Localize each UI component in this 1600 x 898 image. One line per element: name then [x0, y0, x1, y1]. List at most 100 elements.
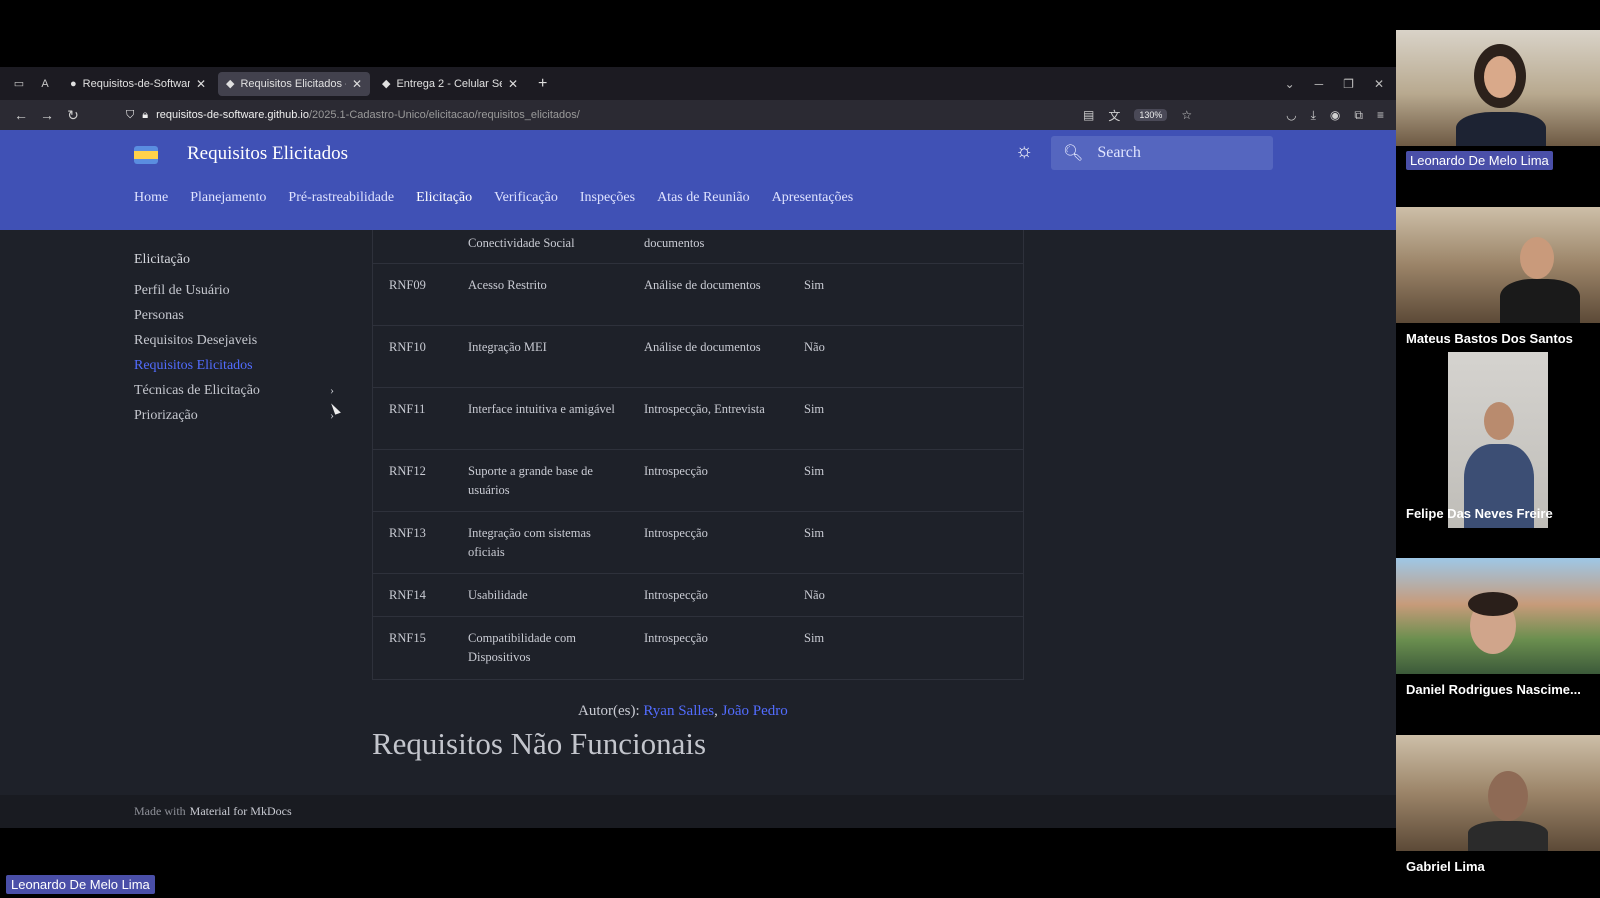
table-cell-id: RNF09: [389, 278, 426, 292]
url-host: requisitos-de-software.github.io: [156, 109, 309, 121]
sidebar-item-label: Perfil de Usuário: [134, 282, 230, 298]
table-cell-id: RNF14: [389, 588, 426, 602]
lock-icon[interactable]: 🔒︎: [142, 109, 148, 122]
table-cell-answer: Sim: [804, 278, 825, 292]
nav-planejamento[interactable]: Planejamento: [190, 190, 266, 206]
table-cell-source: Introspecção: [644, 526, 708, 540]
tab-requisitos-elicitados[interactable]: ◆ Requisitos Elicitados - Ca ✕: [218, 71, 370, 96]
forward-icon[interactable]: →: [34, 107, 60, 123]
nav-atas-de-reuniao[interactable]: Atas de Reunião: [657, 190, 750, 206]
sidebar-item-priorizacao[interactable]: Priorização ›: [134, 403, 334, 428]
reload-icon[interactable]: ↻: [60, 107, 86, 124]
table-cell-name: Suporte a grande base de usuários: [468, 464, 593, 497]
person-body: [1456, 112, 1546, 146]
sidebar-item-tecnicas-de-elicitacao[interactable]: Técnicas de Elicitação ›: [134, 378, 334, 403]
table-row: RNF09 Acesso Restrito Análise de documen…: [373, 264, 1023, 326]
sidebar-heading: Elicitação: [134, 252, 190, 267]
site-nav: Home Planejamento Pré-rastreabilidade El…: [134, 190, 853, 206]
translate-icon[interactable]: 文: [1108, 107, 1120, 124]
theme-toggle-icon[interactable]: ☼: [1015, 140, 1033, 163]
browser-window: ▭ A ● Requisitos-de-Software/2 ✕ ◆ Requi…: [0, 67, 1396, 828]
participant-name: Mateus Bastos Dos Santos: [1406, 331, 1573, 346]
pinned-tab-icon[interactable]: A: [32, 71, 58, 97]
footer-mkdocs-link[interactable]: Material for MkDocs: [190, 804, 292, 819]
restore-icon[interactable]: ❐: [1343, 77, 1354, 91]
table-row: RNF10 Integração MEI Análise de document…: [373, 326, 1023, 388]
participant-name: Felipe Das Neves Freire: [1406, 506, 1553, 521]
table-row: RNF11 Interface intuitiva e amigável Int…: [373, 388, 1023, 450]
new-tab-icon[interactable]: +: [538, 75, 547, 93]
url-path: /2025.1-Cadastro-Unico/elicitacao/requis…: [308, 109, 580, 121]
chevron-right-icon[interactable]: ›: [330, 383, 334, 398]
pocket-icon[interactable]: ◡: [1286, 108, 1296, 122]
tab-list-icon[interactable]: ▭: [6, 71, 32, 97]
zoom-level[interactable]: 130%: [1134, 109, 1168, 121]
close-window-icon[interactable]: ✕: [1374, 77, 1384, 91]
window-controls: ⌄ ─ ❐ ✕: [1285, 77, 1396, 91]
authors-line: Autor(es): Ryan Salles, João Pedro: [578, 703, 788, 720]
table-cell-name: Conectividade Social: [468, 236, 575, 250]
table-cell-answer: Sim: [804, 402, 825, 416]
table-cell-source: Introspecção, Entrevista: [644, 402, 765, 416]
page-content: Elicitação Perfil de Usuário Personas Re…: [0, 230, 1396, 795]
sidebar: Elicitação Perfil de Usuário Personas Re…: [134, 252, 334, 428]
site-logo-icon[interactable]: [134, 146, 158, 164]
author-link-ryan-salles[interactable]: Ryan Salles: [643, 703, 714, 719]
table-cell-source: Análise de documentos: [644, 278, 761, 292]
table-cell-name: Interface intuitiva e amigável: [468, 402, 615, 416]
shield-icon[interactable]: ⛉: [126, 109, 134, 122]
download-icon[interactable]: ⤓: [1311, 108, 1316, 123]
back-icon[interactable]: ←: [8, 107, 34, 123]
nav-elicitacao[interactable]: Elicitação: [416, 190, 472, 206]
tab-label: Entrega 2 - Celular Segur: [396, 77, 501, 90]
footer-prefix: Made with: [134, 804, 186, 818]
reader-view-icon[interactable]: ▤: [1083, 108, 1094, 122]
person-body: [1468, 821, 1548, 851]
tab-overflow-icon[interactable]: ⌄: [1285, 77, 1295, 91]
nav-apresentacoes[interactable]: Apresentações: [772, 190, 854, 206]
sidebar-item-perfil-de-usuario[interactable]: Perfil de Usuário: [134, 278, 334, 303]
minimize-icon[interactable]: ─: [1315, 77, 1324, 91]
table-cell-answer: Sim: [804, 464, 825, 478]
sidebar-item-requisitos-elicitados[interactable]: Requisitos Elicitados: [134, 353, 334, 378]
table-row: RNF12 Suporte a grande base de usuários …: [373, 450, 1023, 512]
table-cell-id: RNF13: [389, 526, 426, 540]
tab-github[interactable]: ● Requisitos-de-Software/2 ✕: [62, 72, 214, 96]
extensions-icon[interactable]: ⧉: [1354, 108, 1363, 123]
search-box[interactable]: 🔍︎: [1051, 136, 1273, 170]
participant-video: [1396, 207, 1600, 323]
table-cell-source: Análise de documentos: [644, 340, 761, 354]
nav-verificacao[interactable]: Verificação: [494, 190, 558, 206]
sidebar-item-label: Requisitos Elicitados: [134, 357, 253, 373]
person-face: [1520, 237, 1554, 279]
search-icon: 🔍︎: [1063, 145, 1084, 162]
search-input[interactable]: [1097, 144, 1248, 162]
table-cell-id: RNF12: [389, 464, 426, 478]
bookmark-star-icon[interactable]: ☆: [1181, 108, 1192, 122]
tab-entrega-2[interactable]: ◆ Entrega 2 - Celular Segur ✕: [374, 72, 526, 96]
close-tab-icon[interactable]: ✕: [352, 77, 362, 91]
author-link-joao-pedro[interactable]: João Pedro: [722, 703, 788, 719]
toolbar-right: ▤ 文 130% ☆ ◡ ⤓ ◉ ⧉ ≡: [1083, 107, 1396, 124]
sidebar-item-requisitos-desejaveis[interactable]: Requisitos Desejaveis: [134, 328, 334, 353]
presenter-name-badge: Leonardo De Melo Lima: [6, 875, 155, 894]
url-bar[interactable]: ⛉ 🔒︎ requisitos-de-software.github.io/20…: [126, 109, 580, 122]
site-header: Requisitos Elicitados ☼ 🔍︎ Home Planejam…: [0, 130, 1396, 230]
site-title: Requisitos Elicitados: [187, 143, 348, 164]
table-cell-name: Integração MEI: [468, 340, 547, 354]
sidebar-item-personas[interactable]: Personas: [134, 303, 334, 328]
account-icon[interactable]: ◉: [1330, 108, 1340, 122]
screen: ▭ A ● Requisitos-de-Software/2 ✕ ◆ Requi…: [0, 0, 1600, 898]
table-cell-source: documentos: [644, 236, 705, 250]
menu-icon[interactable]: ≡: [1377, 108, 1384, 122]
close-tab-icon[interactable]: ✕: [508, 77, 518, 91]
nav-pre-rastreabilidade[interactable]: Pré-rastreabilidade: [288, 190, 394, 206]
close-tab-icon[interactable]: ✕: [196, 77, 206, 91]
nav-home[interactable]: Home: [134, 190, 168, 206]
nav-inspecoes[interactable]: Inspeções: [580, 190, 635, 206]
table-cell-answer: Sim: [804, 631, 825, 645]
tab-bar: ▭ A ● Requisitos-de-Software/2 ✕ ◆ Requi…: [0, 67, 1396, 100]
table-row: RNF13 Integração com sistemas oficiais I…: [373, 512, 1023, 574]
sidebar-item-label: Personas: [134, 307, 184, 323]
table-cell-name: Usabilidade: [468, 588, 528, 602]
